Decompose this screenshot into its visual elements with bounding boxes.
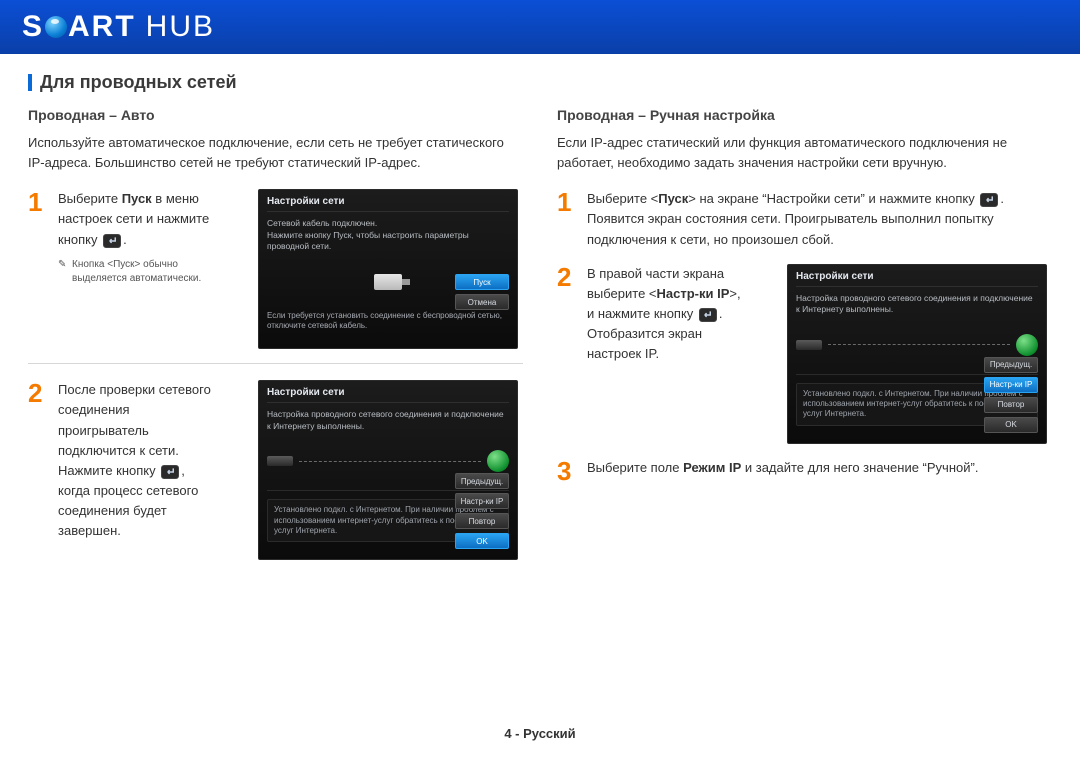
tv-screenshot-manual: Настройки сети Настройка проводного сете…: [787, 264, 1047, 444]
modem-icon: [796, 340, 822, 350]
section-title-bar: [28, 74, 32, 91]
step-number: 1: [557, 189, 587, 249]
tv-retry-button[interactable]: Повтор: [455, 513, 509, 529]
col-wired-manual: Проводная – Ручная настройка Если IP-адр…: [557, 107, 1052, 574]
tv-cancel-button[interactable]: Отмена: [455, 294, 509, 310]
brand-header: S ART HUB: [0, 0, 1080, 54]
step-note: Кнопка <Пуск> обычно выделяется автомати…: [58, 258, 216, 287]
connection-line-icon: [299, 461, 481, 462]
page-footer: 4 - Русский: [0, 726, 1080, 741]
enter-icon: [103, 234, 121, 248]
brand-dot-icon: [45, 16, 67, 38]
brand-logo: S ART HUB: [22, 10, 215, 44]
tv-screenshot-auto-2: Настройки сети Настройка проводного сете…: [258, 380, 518, 560]
tv-title: Настройки сети: [796, 271, 1038, 287]
step-text: В правой части экрана выберите <Настр-ки…: [587, 264, 745, 444]
tv-prev-button[interactable]: Предыдущ.: [455, 473, 509, 489]
plug-icon: [374, 274, 402, 290]
divider: [28, 363, 523, 364]
step-number: 2: [28, 380, 58, 560]
subtitle-auto: Проводная – Авто: [28, 107, 523, 123]
connection-line-icon: [828, 344, 1010, 345]
enter-icon: [161, 465, 179, 479]
enter-icon: [980, 193, 998, 207]
section-title: Для проводных сетей: [28, 72, 1052, 93]
globe-icon: [1016, 334, 1038, 356]
tv-message: Настройка проводного сетевого соединения…: [267, 409, 509, 432]
modem-icon: [267, 456, 293, 466]
section-title-text: Для проводных сетей: [40, 72, 237, 93]
step-number: 1: [28, 189, 58, 349]
tv-message: Сетевой кабель подключен. Нажмите кнопку…: [267, 218, 509, 252]
tv-ok-button[interactable]: OK: [984, 417, 1038, 433]
tv-prev-button[interactable]: Предыдущ.: [984, 357, 1038, 373]
tv-ipsettings-button[interactable]: Настр-ки IP: [984, 377, 1038, 393]
tv-start-button[interactable]: Пуск: [455, 274, 509, 290]
step-text: Выберите <Пуск> на экране “Настройки сет…: [587, 189, 1052, 249]
brand-s: S: [22, 10, 44, 44]
step-text: После проверки сетевого соединения проиг…: [58, 380, 216, 560]
enter-icon: [699, 308, 717, 322]
tv-retry-button[interactable]: Повтор: [984, 397, 1038, 413]
tv-title: Настройки сети: [267, 196, 509, 212]
tv-screenshot-auto-1: Настройки сети Сетевой кабель подключен.…: [258, 189, 518, 349]
tv-hint: Если требуется установить соединение с б…: [267, 311, 509, 333]
tv-message: Настройка проводного сетевого соединения…: [796, 293, 1038, 316]
intro-auto: Используйте автоматическое подключение, …: [28, 133, 523, 173]
brand-hub: HUB: [146, 10, 215, 44]
step-text: Выберите Пуск в меню настроек сети и наж…: [58, 189, 216, 349]
subtitle-manual: Проводная – Ручная настройка: [557, 107, 1052, 123]
intro-manual: Если IP-адрес статический или функция ав…: [557, 133, 1052, 173]
tv-ok-button[interactable]: OK: [455, 533, 509, 549]
brand-art: ART: [68, 10, 136, 44]
step-number: 3: [557, 458, 587, 484]
step-number: 2: [557, 264, 587, 444]
tv-ipsettings-button[interactable]: Настр-ки IP: [455, 493, 509, 509]
col-wired-auto: Проводная – Авто Используйте автоматичес…: [28, 107, 523, 574]
step-text: Выберите поле Режим IP и задайте для нег…: [587, 458, 1052, 484]
tv-title: Настройки сети: [267, 387, 509, 403]
globe-icon: [487, 450, 509, 472]
